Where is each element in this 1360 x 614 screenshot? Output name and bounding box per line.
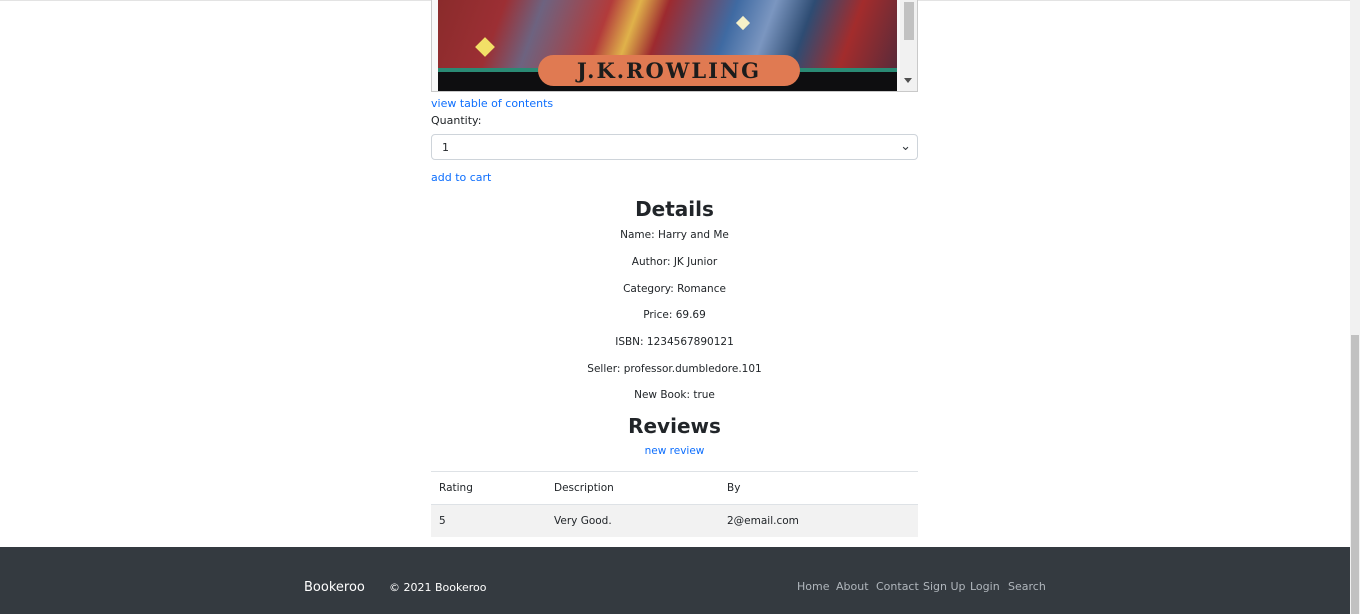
detail-isbn: ISBN: 1234567890121 (615, 336, 734, 348)
quantity-selected-value: 1 (442, 140, 449, 154)
footer-nav-contact[interactable]: Contact (876, 580, 919, 593)
detail-author: Author: JK Junior (631, 256, 718, 268)
footer-copyright: © 2021 Bookeroo (389, 581, 487, 594)
detail-new-book: New Book: true (634, 389, 715, 401)
cover-author-label: J.K.ROWLING (538, 55, 800, 86)
footer-nav-login[interactable]: Login (970, 580, 1000, 593)
table-row: 5 Very Good. 2@email.com (431, 504, 918, 537)
detail-seller: Seller: professor.dumbledore.101 (587, 363, 762, 375)
quantity-label: Quantity: (431, 114, 482, 127)
footer-nav-sign-up[interactable]: Sign Up (923, 580, 966, 593)
scroll-down-arrow-icon[interactable] (904, 78, 912, 83)
star-icon (475, 37, 495, 57)
cover-scrollbar[interactable] (900, 0, 917, 91)
view-table-of-contents-link[interactable]: view table of contents (431, 97, 553, 110)
review-description: Very Good. (554, 515, 612, 527)
details-heading: Details (635, 197, 714, 221)
review-rating: 5 (439, 515, 446, 527)
detail-price: Price: 69.69 (643, 309, 706, 321)
footer-nav-search[interactable]: Search (1008, 580, 1046, 593)
detail-category: Category: Romance (623, 283, 726, 295)
star-icon (735, 15, 751, 31)
footer-nav-home[interactable]: Home (797, 580, 829, 593)
column-header-by: By (727, 482, 741, 494)
add-to-cart-link[interactable]: add to cart (431, 171, 491, 184)
page-scrollbar[interactable] (1350, 0, 1360, 614)
site-footer (0, 547, 1350, 614)
book-cover-image: J.K.ROWLING (438, 0, 897, 91)
book-cover-viewer[interactable]: J.K.ROWLING (431, 0, 918, 92)
detail-name: Name: Harry and Me (620, 229, 729, 241)
chevron-down-icon: ⌄ (900, 139, 911, 154)
footer-brand-link[interactable]: Bookeroo (304, 580, 365, 595)
review-author: 2@email.com (727, 515, 799, 527)
new-review-link[interactable]: new review (431, 445, 918, 457)
cover-scrollbar-thumb[interactable] (904, 2, 914, 40)
column-header-description: Description (554, 482, 614, 494)
column-header-rating: Rating (439, 482, 473, 494)
footer-nav-about[interactable]: About (836, 580, 869, 593)
reviews-heading: Reviews (628, 414, 721, 438)
reviews-table: Rating Description By 5 Very Good. 2@ema… (431, 471, 918, 537)
page-scrollbar-thumb[interactable] (1351, 335, 1359, 614)
table-header-row: Rating Description By (431, 471, 918, 505)
quantity-select[interactable]: 1 ⌄ (431, 134, 918, 160)
